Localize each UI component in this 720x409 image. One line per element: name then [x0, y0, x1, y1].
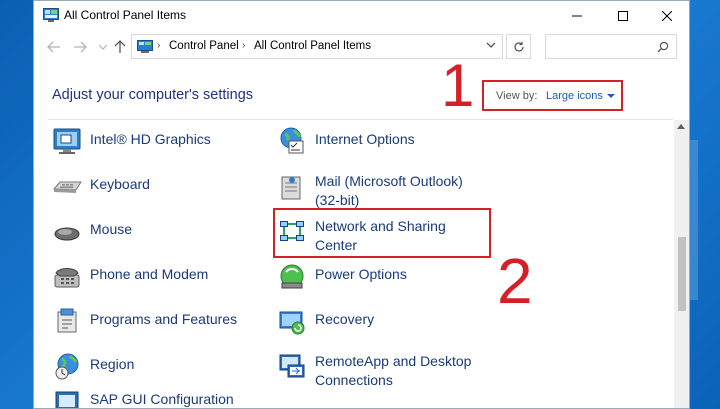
- breadcrumb-control-panel[interactable]: Control Panel: [169, 40, 239, 52]
- close-button[interactable]: [644, 1, 689, 30]
- back-button[interactable]: [45, 38, 63, 56]
- annotation-number-1: 1: [441, 52, 475, 119]
- programs-icon: [57, 308, 77, 333]
- vertical-scrollbar[interactable]: [674, 120, 689, 408]
- item-sap-gui-configuration[interactable]: SAP GUI Configuration: [52, 382, 262, 408]
- breadcrumb-separator: ›: [242, 40, 246, 51]
- item-power-options[interactable]: Power Options: [277, 257, 487, 297]
- item-label: Recovery: [315, 311, 375, 327]
- forward-button[interactable]: [71, 38, 89, 56]
- maximize-button[interactable]: [600, 1, 646, 30]
- desktop-background-window-edge: [690, 140, 698, 300]
- divider: [48, 119, 673, 120]
- item-remoteapp-and-desktop-connections[interactable]: RemoteApp and Desktop Connections: [277, 347, 487, 391]
- internet-options-icon: [280, 127, 304, 154]
- maximize-icon: [618, 10, 628, 21]
- chevron-down-icon: [99, 44, 107, 50]
- breadcrumb-separator: ›: [157, 40, 161, 51]
- minimize-icon: [572, 15, 582, 16]
- item-label: Mail (Microsoft Outlook) (32-bit): [315, 173, 463, 208]
- mouse-icon: [54, 227, 80, 241]
- sap-gui-icon: [55, 391, 79, 408]
- item-label: Intel® HD Graphics: [90, 131, 211, 147]
- control-panel-window: All Control Panel Items › Control Panel …: [33, 0, 690, 409]
- item-keyboard[interactable]: Keyboard: [52, 167, 262, 207]
- view-by-control[interactable]: View by: Large icons: [482, 80, 623, 111]
- item-label: Phone and Modem: [90, 266, 209, 282]
- page-title: Adjust your computer's settings: [52, 87, 254, 103]
- search-input[interactable]: [549, 38, 653, 57]
- highlight-network-and-sharing: [273, 208, 491, 258]
- item-internet-options[interactable]: Internet Options: [277, 122, 487, 162]
- item-recovery[interactable]: Recovery: [277, 302, 487, 342]
- item-label: Keyboard: [90, 176, 150, 192]
- caret-down-icon[interactable]: [607, 94, 615, 98]
- remoteapp-icon: [279, 354, 305, 378]
- recovery-icon: [279, 311, 305, 335]
- search-icon: [657, 41, 669, 53]
- window-title: All Control Panel Items: [64, 8, 187, 22]
- chevron-down-icon[interactable]: [486, 42, 496, 49]
- close-icon: [662, 10, 672, 21]
- item-intel-hd-graphics[interactable]: Intel® HD Graphics: [52, 122, 262, 162]
- control-panel-icon: [137, 40, 153, 53]
- item-label: SAP GUI Configuration: [90, 391, 234, 407]
- up-button[interactable]: [111, 38, 129, 56]
- item-programs-and-features[interactable]: Programs and Features: [52, 302, 262, 342]
- view-by-label: View by:: [496, 90, 538, 102]
- arrow-left-icon: [47, 41, 60, 53]
- recent-locations-button[interactable]: [94, 38, 112, 56]
- view-by-dropdown[interactable]: Large icons: [546, 90, 603, 102]
- item-mouse[interactable]: Mouse: [52, 212, 262, 252]
- mail-icon: [281, 176, 301, 200]
- item-label: Programs and Features: [90, 311, 238, 327]
- arrow-up-icon: [114, 40, 126, 53]
- item-phone-and-modem[interactable]: Phone and Modem: [52, 257, 262, 297]
- minimize-button[interactable]: [554, 1, 600, 30]
- item-mail-microsoft-outlook[interactable]: Mail (Microsoft Outlook) (32-bit): [277, 167, 487, 211]
- breadcrumb-all-items[interactable]: All Control Panel Items: [254, 40, 371, 52]
- search-box[interactable]: [545, 34, 677, 59]
- item-label: Region: [90, 356, 135, 372]
- item-label: Internet Options: [315, 131, 415, 147]
- item-label: Mouse: [90, 221, 133, 237]
- phone-modem-icon: [54, 268, 80, 288]
- region-icon: [55, 353, 79, 380]
- item-label: Power Options: [315, 266, 407, 282]
- arrow-right-icon: [74, 41, 87, 53]
- keyboard-icon: [52, 181, 82, 193]
- power-options-icon: [280, 264, 304, 289]
- control-panel-icon: [43, 8, 59, 22]
- refresh-icon: [513, 41, 524, 52]
- intel-graphics-icon: [53, 128, 81, 154]
- item-region[interactable]: Region: [52, 347, 262, 387]
- refresh-button[interactable]: [506, 34, 531, 59]
- item-label: RemoteApp and Desktop Connections: [315, 353, 472, 388]
- scrollbar-thumb[interactable]: [678, 237, 686, 311]
- title-bar[interactable]: All Control Panel Items: [34, 1, 689, 30]
- annotation-number-2: 2: [497, 245, 533, 317]
- scroll-up-icon[interactable]: [677, 124, 685, 129]
